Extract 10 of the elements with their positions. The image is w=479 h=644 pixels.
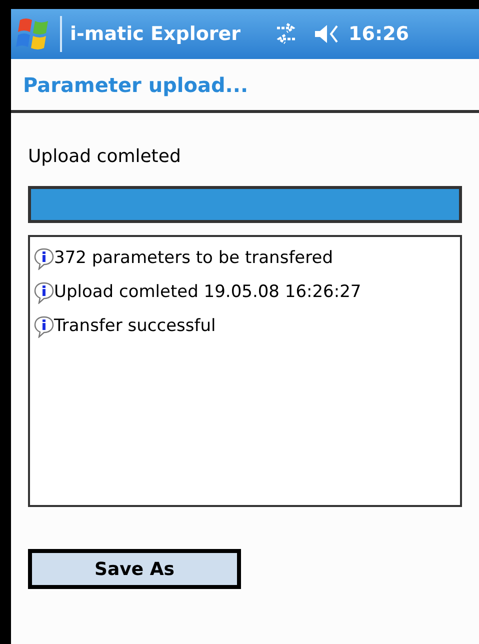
info-bubble-icon bbox=[34, 248, 54, 270]
log-entry: 372 parameters to be transfered bbox=[54, 247, 333, 270]
log-entry: Upload comleted 19.05.08 16:26:27 bbox=[54, 281, 362, 304]
app-title: i-matic Explorer bbox=[70, 22, 241, 47]
info-bubble-icon bbox=[34, 316, 54, 338]
info-bubble-icon bbox=[34, 282, 54, 304]
save-as-button[interactable]: Save As bbox=[28, 549, 241, 589]
log-entry: Transfer successful bbox=[54, 315, 216, 338]
page-title: Parameter upload... bbox=[23, 72, 248, 98]
status-label: Upload comleted bbox=[28, 145, 182, 169]
